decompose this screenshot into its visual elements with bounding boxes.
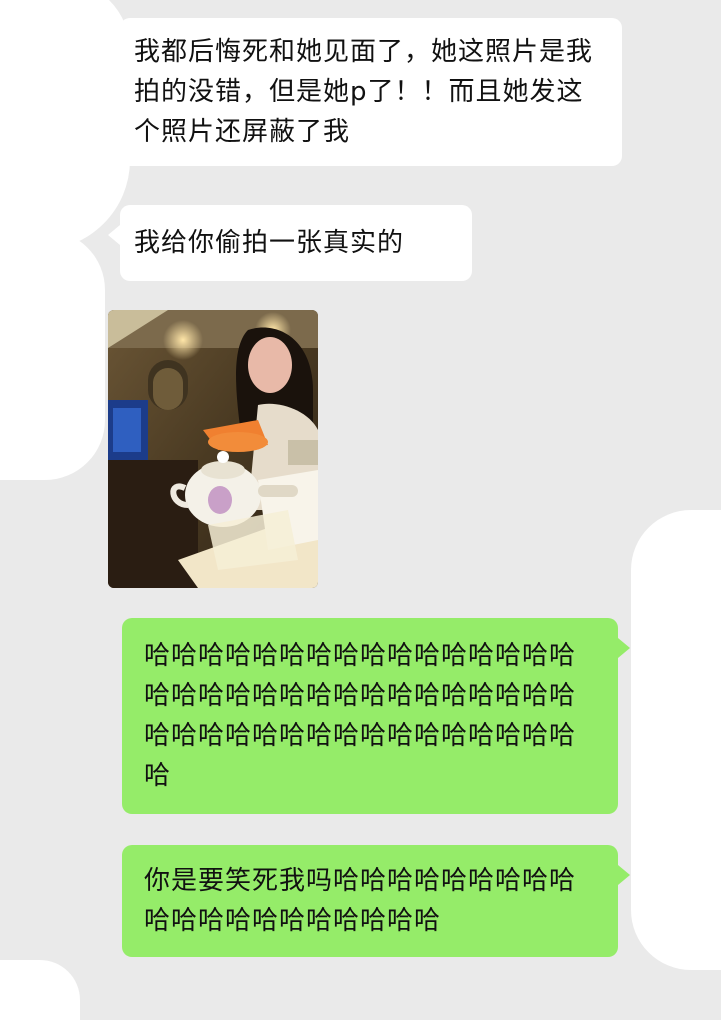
received-message-bubble[interactable]: 我给你偷拍一张真实的: [108, 205, 472, 281]
received-message-bubble[interactable]: 我都后悔死和她见面了，她这照片是我拍的没错，但是她p了！！而且她发这个照片还屏蔽…: [108, 18, 622, 166]
censor-mark: [0, 960, 80, 1020]
chat-area: 我都后悔死和她见面了，她这照片是我拍的没错，但是她p了！！而且她发这个照片还屏蔽…: [0, 0, 721, 1020]
photo-image: [108, 310, 318, 588]
sent-message-bubble[interactable]: 哈哈哈哈哈哈哈哈哈哈哈哈哈哈哈哈哈哈哈哈哈哈哈哈哈哈哈哈哈哈哈哈哈哈哈哈哈哈哈哈…: [122, 618, 630, 814]
sent-message-bubble[interactable]: 你是要笑死我吗哈哈哈哈哈哈哈哈哈哈哈哈哈哈哈哈哈哈哈哈: [122, 845, 630, 957]
censor-mark: [0, 230, 105, 480]
censor-mark: [631, 510, 721, 970]
received-photo[interactable]: [108, 310, 318, 588]
